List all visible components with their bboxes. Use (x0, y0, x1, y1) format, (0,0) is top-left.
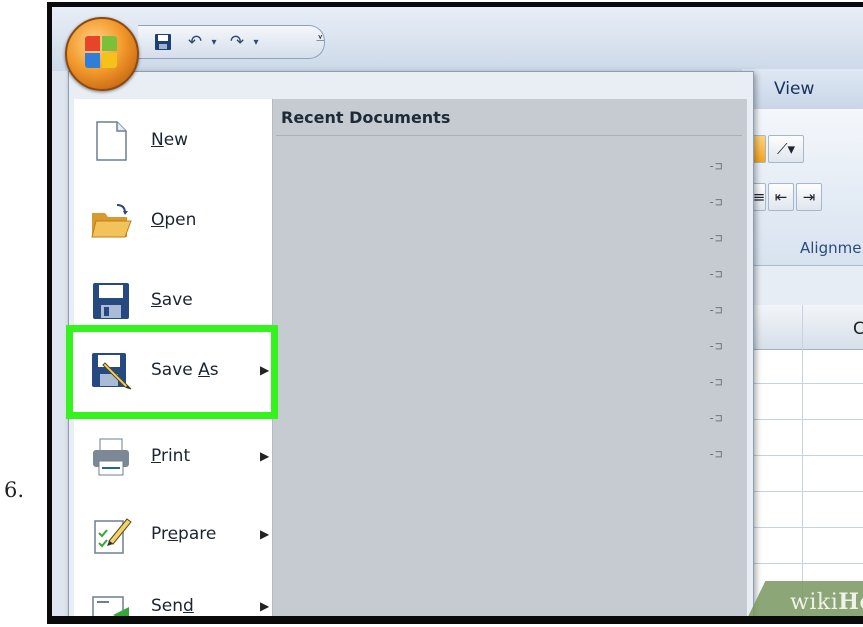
menu-item-label: s (209, 360, 219, 380)
menu-item-label: ew (163, 130, 189, 150)
menu-item-label: pare (178, 524, 217, 544)
divider (276, 135, 742, 136)
pin-icon[interactable]: -⊐ (708, 411, 728, 425)
menu-item-print[interactable]: Print ▶ (74, 419, 272, 497)
step-number: 6. (4, 478, 25, 502)
menu-item-save[interactable]: Save (74, 263, 272, 341)
prepare-icon (89, 513, 133, 557)
formula-bar (742, 265, 863, 306)
menu-item-label: rint (160, 446, 191, 466)
menu-item-label: ave (161, 290, 193, 310)
grid-line (742, 563, 863, 564)
save-as-icon (89, 349, 133, 393)
open-folder-icon (89, 199, 133, 243)
menu-item-new[interactable]: New (74, 103, 272, 181)
wrap-text-icon[interactable] (752, 135, 766, 163)
submenu-arrow-icon: ▶ (260, 599, 270, 613)
redo-dropdown-icon[interactable]: ▾ (250, 30, 262, 54)
menu-item-label: A (198, 360, 210, 380)
menu-item-label: O (151, 210, 165, 230)
grid-line (742, 491, 863, 492)
menu-item-label: Pr (151, 524, 168, 544)
submenu-arrow-icon: ▶ (260, 527, 270, 541)
save-floppy-icon (89, 279, 133, 323)
recent-documents-pane (272, 99, 747, 616)
increase-indent-icon[interactable]: ⇥ (796, 183, 822, 211)
decrease-indent-icon[interactable]: ⇤ (768, 183, 794, 211)
undo-icon[interactable]: ↶ (184, 30, 206, 54)
column-header-c[interactable]: C (853, 319, 863, 339)
pin-icon[interactable]: -⊐ (708, 339, 728, 353)
menu-item-label: Save (151, 360, 199, 380)
submenu-arrow-icon: ▶ (260, 363, 270, 377)
pin-icon[interactable]: -⊐ (708, 303, 728, 317)
redo-icon[interactable]: ↷ (226, 30, 248, 54)
tab-view[interactable]: View (774, 79, 814, 99)
watermark-part: wiki (790, 590, 839, 615)
menu-item-label: pen (164, 210, 197, 230)
alignment-group-label: Alignme (800, 239, 862, 257)
menu-item-save-as[interactable]: Save As ▶ (74, 333, 272, 411)
align-right-icon[interactable]: ≡ (752, 183, 766, 211)
screenshot-frame: ↶ ▾ ↷ ▾ ⩡ View ⟋▾ ≡ ⇤ ⇥ Alignme C Recent… (47, 2, 863, 624)
grid-line (742, 455, 863, 456)
pin-icon[interactable]: -⊐ (708, 375, 728, 389)
grid-line (742, 527, 863, 528)
pin-icon[interactable]: -⊐ (708, 267, 728, 281)
recent-documents-title: Recent Documents (281, 108, 451, 127)
grid-line (802, 305, 803, 616)
watermark-part: How (838, 589, 863, 615)
grid-line (742, 383, 863, 384)
excel-window: ↶ ▾ ↷ ▾ ⩡ View ⟋▾ ≡ ⇤ ⇥ Alignme C Recent… (52, 7, 863, 616)
pin-icon[interactable]: -⊐ (708, 195, 728, 209)
pin-icon[interactable]: -⊐ (708, 447, 728, 461)
printer-icon (89, 435, 133, 479)
office-button[interactable] (65, 17, 139, 91)
new-document-icon (89, 119, 133, 163)
grid-line (742, 419, 863, 420)
menu-item-label: e (167, 524, 179, 544)
menu-item-prepare[interactable]: Prepare ▶ (74, 497, 272, 575)
pin-icon[interactable]: -⊐ (708, 159, 728, 173)
undo-dropdown-icon[interactable]: ▾ (208, 30, 220, 54)
orientation-button[interactable]: ⟋▾ (768, 135, 804, 163)
dropdown-caret-icon[interactable]: ⩡ (316, 29, 324, 47)
menu-item-send[interactable]: Send ▶ (74, 569, 272, 616)
menu-item-label: N (151, 130, 164, 150)
menu-item-label: P (151, 446, 161, 466)
wikihow-watermark: wikiHow (790, 589, 863, 615)
menu-item-label: S (151, 290, 162, 310)
pin-icon[interactable]: -⊐ (708, 231, 728, 245)
quick-access-toolbar: ↶ ▾ ↷ ▾ (138, 25, 325, 59)
submenu-arrow-icon: ▶ (260, 449, 270, 463)
menu-item-label: d (183, 596, 194, 616)
office-logo-icon (85, 36, 119, 70)
menu-item-open[interactable]: Open (74, 183, 272, 261)
floppy-icon[interactable] (152, 30, 174, 54)
menu-item-label: Sen (151, 596, 184, 616)
send-icon (89, 585, 133, 616)
